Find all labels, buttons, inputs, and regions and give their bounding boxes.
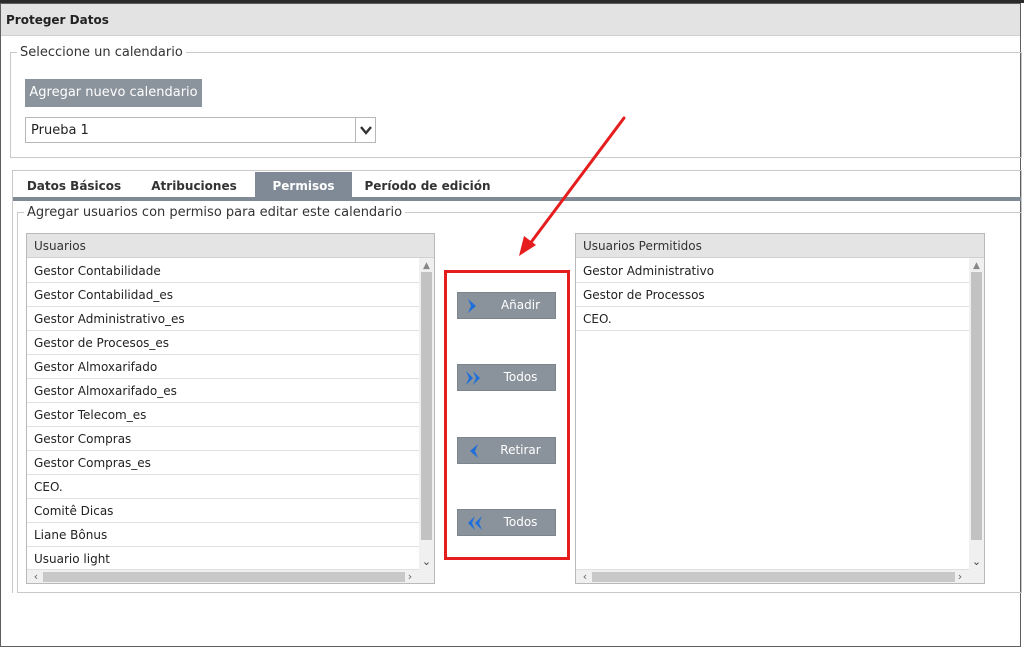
list-item[interactable]: Liane Bônus xyxy=(27,523,419,547)
list-item[interactable]: Gestor Administrativo xyxy=(576,259,969,283)
list-item[interactable]: Gestor Compras xyxy=(27,427,419,451)
list-item[interactable]: Comitê Dicas xyxy=(27,499,419,523)
scroll-right-icon[interactable]: › xyxy=(953,570,967,583)
allowed-users-list[interactable]: Usuarios Permitidos Gestor Administrativ… xyxy=(575,233,985,584)
permissions-group-legend: Agregar usuarios con permiso para editar… xyxy=(27,205,403,220)
add-calendar-button[interactable]: Agregar nuevo calendario xyxy=(25,79,202,107)
allowed-users-header: Usuarios Permitidos xyxy=(576,234,984,258)
available-horizontal-scrollbar[interactable]: ‹ › xyxy=(27,569,419,583)
list-item[interactable]: Gestor de Processos xyxy=(576,283,969,307)
allowed-horizontal-scrollbar[interactable]: ‹ › xyxy=(576,569,969,583)
list-item[interactable]: Gestor Administrativo_es xyxy=(27,307,419,331)
list-item[interactable]: Gestor Contabilidade xyxy=(27,259,419,283)
scroll-down-icon[interactable]: ⌄ xyxy=(969,556,984,568)
allowed-vertical-scrollbar[interactable]: ▲ ⌄ xyxy=(969,258,984,569)
remove-all-button[interactable]: Todos xyxy=(457,509,556,536)
chevron-left-icon xyxy=(463,442,485,460)
add-button-label: Añadir xyxy=(500,298,541,312)
tab-permisos[interactable]: Permisos xyxy=(255,172,352,201)
scroll-down-icon[interactable]: ⌄ xyxy=(419,556,434,568)
remove-button[interactable]: Retirar xyxy=(457,437,556,464)
tab-atribuciones[interactable]: Atribuciones xyxy=(140,172,248,201)
scroll-thumb[interactable] xyxy=(971,272,982,540)
tab-periodo-edicion[interactable]: Período de edición xyxy=(360,172,495,201)
list-item[interactable]: Usuario light xyxy=(27,547,419,571)
chevron-right-icon xyxy=(463,297,485,315)
list-item[interactable]: Gestor Almoxarifado_es xyxy=(27,379,419,403)
list-item[interactable]: Gestor Compras_es xyxy=(27,451,419,475)
tab-datos-basicos[interactable]: Datos Básicos xyxy=(21,172,127,201)
list-item[interactable]: Gestor Almoxarifado xyxy=(27,355,419,379)
scroll-thumb[interactable] xyxy=(592,572,955,582)
scroll-up-icon[interactable]: ▲ xyxy=(969,260,984,272)
scroll-thumb[interactable] xyxy=(421,272,432,540)
available-vertical-scrollbar[interactable]: ▲ ⌄ xyxy=(419,258,434,569)
scroll-up-icon[interactable]: ▲ xyxy=(419,260,434,272)
remove-all-button-label: Todos xyxy=(503,515,538,529)
list-item[interactable]: Gestor Telecom_es xyxy=(27,403,419,427)
add-all-button-label: Todos xyxy=(503,370,538,384)
remove-button-label: Retirar xyxy=(500,443,541,457)
double-chevron-left-icon xyxy=(463,514,485,532)
chevron-down-icon[interactable] xyxy=(355,118,375,142)
available-users-list[interactable]: Usuarios Gestor Contabilidade Gestor Con… xyxy=(26,233,435,584)
double-chevron-right-icon xyxy=(463,369,485,387)
add-all-button[interactable]: Todos xyxy=(457,364,556,391)
calendar-select[interactable]: Prueba 1 xyxy=(25,117,376,143)
list-item[interactable]: CEO. xyxy=(27,475,419,499)
add-button[interactable]: Añadir xyxy=(457,292,556,319)
scroll-right-icon[interactable]: › xyxy=(403,570,417,583)
available-users-header: Usuarios xyxy=(27,234,434,258)
scroll-left-icon[interactable]: ‹ xyxy=(578,570,592,583)
calendar-group-legend: Seleccione un calendario xyxy=(20,45,183,60)
scroll-thumb[interactable] xyxy=(43,572,405,582)
scroll-corner xyxy=(969,569,984,583)
list-item[interactable]: CEO. xyxy=(576,307,969,331)
scroll-corner xyxy=(419,569,434,583)
list-item[interactable]: Gestor Contabilidad_es xyxy=(27,283,419,307)
calendar-select-value: Prueba 1 xyxy=(31,123,89,138)
scroll-left-icon[interactable]: ‹ xyxy=(29,570,43,583)
list-item[interactable]: Gestor de Procesos_es xyxy=(27,331,419,355)
window-title: Proteger Datos xyxy=(6,13,109,27)
title-bar: Proteger Datos xyxy=(1,4,1020,36)
